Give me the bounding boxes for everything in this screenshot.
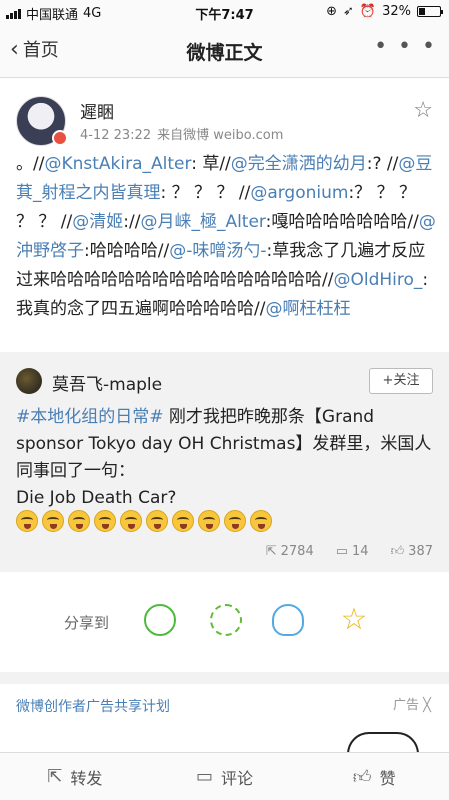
share-row: 分享到 ☆: [0, 572, 449, 672]
post-text-segment: : ？ ？ ？ //: [160, 183, 251, 203]
alarm-icon: ⏰: [359, 4, 377, 19]
thumbs-up-icon: 👍︎: [390, 544, 405, 559]
post-text-segment: ://: [123, 212, 141, 232]
post-text-segment: : 草//: [191, 154, 231, 174]
follow-button[interactable]: +关注: [369, 368, 433, 394]
post-time: 4-12 23:22: [80, 128, 152, 143]
location-icon: ➶: [343, 4, 354, 19]
laughing-crying-emoji-icon: [172, 510, 194, 532]
comment-button[interactable]: ▭ 评论: [150, 753, 300, 800]
repost-card[interactable]: 莫吾飞-maple +关注 #本地化组的日常# 刚才我把昨晚那条【Grand s…: [0, 352, 449, 572]
repost-count[interactable]: ⇱ 2784: [266, 544, 314, 559]
comment-label: 评论: [221, 768, 254, 788]
repost-body-line2: Die Job Death Car?: [16, 488, 177, 508]
battery-percent: 32%: [382, 4, 411, 19]
repost-text: #本地化组的日常# 刚才我把昨晚那条【Grand sponsor Tokyo d…: [16, 404, 436, 512]
rotation-lock-icon: ⊕: [326, 4, 337, 19]
moments-icon[interactable]: [210, 604, 242, 636]
post-text-segment: :哈哈哈哈//: [84, 241, 170, 261]
qzone-icon[interactable]: ☆: [338, 604, 370, 636]
battery-fill: [419, 8, 426, 15]
repost-label: 转发: [70, 768, 103, 788]
thumbs-up-icon: 👍︎: [352, 766, 372, 788]
post-text-segment: 。//: [16, 154, 45, 174]
share-arrow-icon: ⇱: [265, 544, 277, 559]
emoji-row: [16, 510, 272, 532]
laughing-crying-emoji-icon: [68, 510, 90, 532]
repost-author[interactable]: 莫吾飞-maple: [52, 370, 162, 395]
laughing-crying-emoji-icon: [94, 510, 116, 532]
laughing-crying-emoji-icon: [16, 510, 38, 532]
laughing-crying-emoji-icon: [146, 510, 168, 532]
ad-illustration: [347, 732, 419, 754]
comment-icon: ▭: [335, 544, 349, 559]
mention-link[interactable]: @-味噌汤勺-: [169, 241, 266, 261]
laughing-crying-emoji-icon: [120, 510, 142, 532]
battery-icon: [417, 6, 443, 17]
laughing-crying-emoji-icon: [198, 510, 220, 532]
comment-count[interactable]: ▭ 14: [336, 544, 369, 559]
verified-badge-icon: [52, 130, 68, 146]
share-label: 分享到: [64, 614, 110, 632]
like-label: 赞: [379, 768, 396, 788]
post-text-segment: :? //: [366, 154, 399, 174]
post-source: 来自微博 weibo.com: [157, 128, 284, 143]
mention-link[interactable]: @月崃_極_Alter: [140, 212, 265, 232]
more-button[interactable]: • • •: [374, 34, 437, 59]
mention-link[interactable]: @argonium: [250, 183, 348, 203]
post-text: 。//@KnstAkira_Alter: 草//@完全潇洒的幼月:? //@豆萁…: [16, 150, 436, 324]
mention-link[interactable]: @KnstAkira_Alter: [44, 154, 191, 174]
mention-link[interactable]: @清姬: [72, 212, 123, 232]
topic-tag[interactable]: #本地化组的日常#: [16, 407, 164, 427]
laughing-crying-emoji-icon: [250, 510, 272, 532]
repost-stats: ⇱ 2784 ▭ 14 👍︎ 387: [266, 544, 433, 559]
like-count-value: 387: [408, 544, 433, 559]
post-text-segment: :嘎哈哈哈哈哈哈哈//: [265, 212, 419, 232]
nav-bar: ‹ 首页 微博正文 • • •: [0, 22, 449, 78]
post-meta: 4-12 23:22 来自微博 weibo.com: [80, 124, 283, 143]
star-icon[interactable]: ☆: [413, 98, 433, 123]
repost-avatar[interactable]: [16, 368, 42, 394]
qq-icon[interactable]: [272, 604, 304, 636]
repost-count-value: 2784: [280, 544, 314, 559]
ad-close-button[interactable]: 广告 ╳: [393, 694, 431, 713]
wechat-icon[interactable]: [144, 604, 176, 636]
bottom-action-bar: ⇱ 转发 ▭ 评论 👍︎ 赞: [0, 752, 449, 800]
laughing-crying-emoji-icon: [224, 510, 246, 532]
mention-link[interactable]: @啊枉枉枉: [265, 299, 350, 319]
comment-count-value: 14: [352, 544, 369, 559]
comment-icon: ▭: [195, 766, 213, 787]
ad-label[interactable]: 微博创作者广告共享计划: [16, 696, 170, 716]
post-author[interactable]: 遲睏: [80, 98, 114, 123]
section-divider: [0, 672, 449, 684]
mention-link[interactable]: @完全潇洒的幼月: [231, 154, 367, 174]
laughing-crying-emoji-icon: [42, 510, 64, 532]
like-count[interactable]: 👍︎ 387: [391, 544, 433, 559]
status-bar: 中国联通 4G 下午7:47 ⊕ ➶ ⏰ 32%: [0, 0, 449, 23]
status-right: ⊕ ➶ ⏰ 32%: [326, 4, 443, 19]
like-button[interactable]: 👍︎ 赞: [299, 753, 449, 800]
share-arrow-icon: ⇱: [47, 766, 63, 787]
repost-button[interactable]: ⇱ 转发: [0, 753, 150, 800]
mention-link[interactable]: @OldHiro_: [333, 270, 422, 290]
